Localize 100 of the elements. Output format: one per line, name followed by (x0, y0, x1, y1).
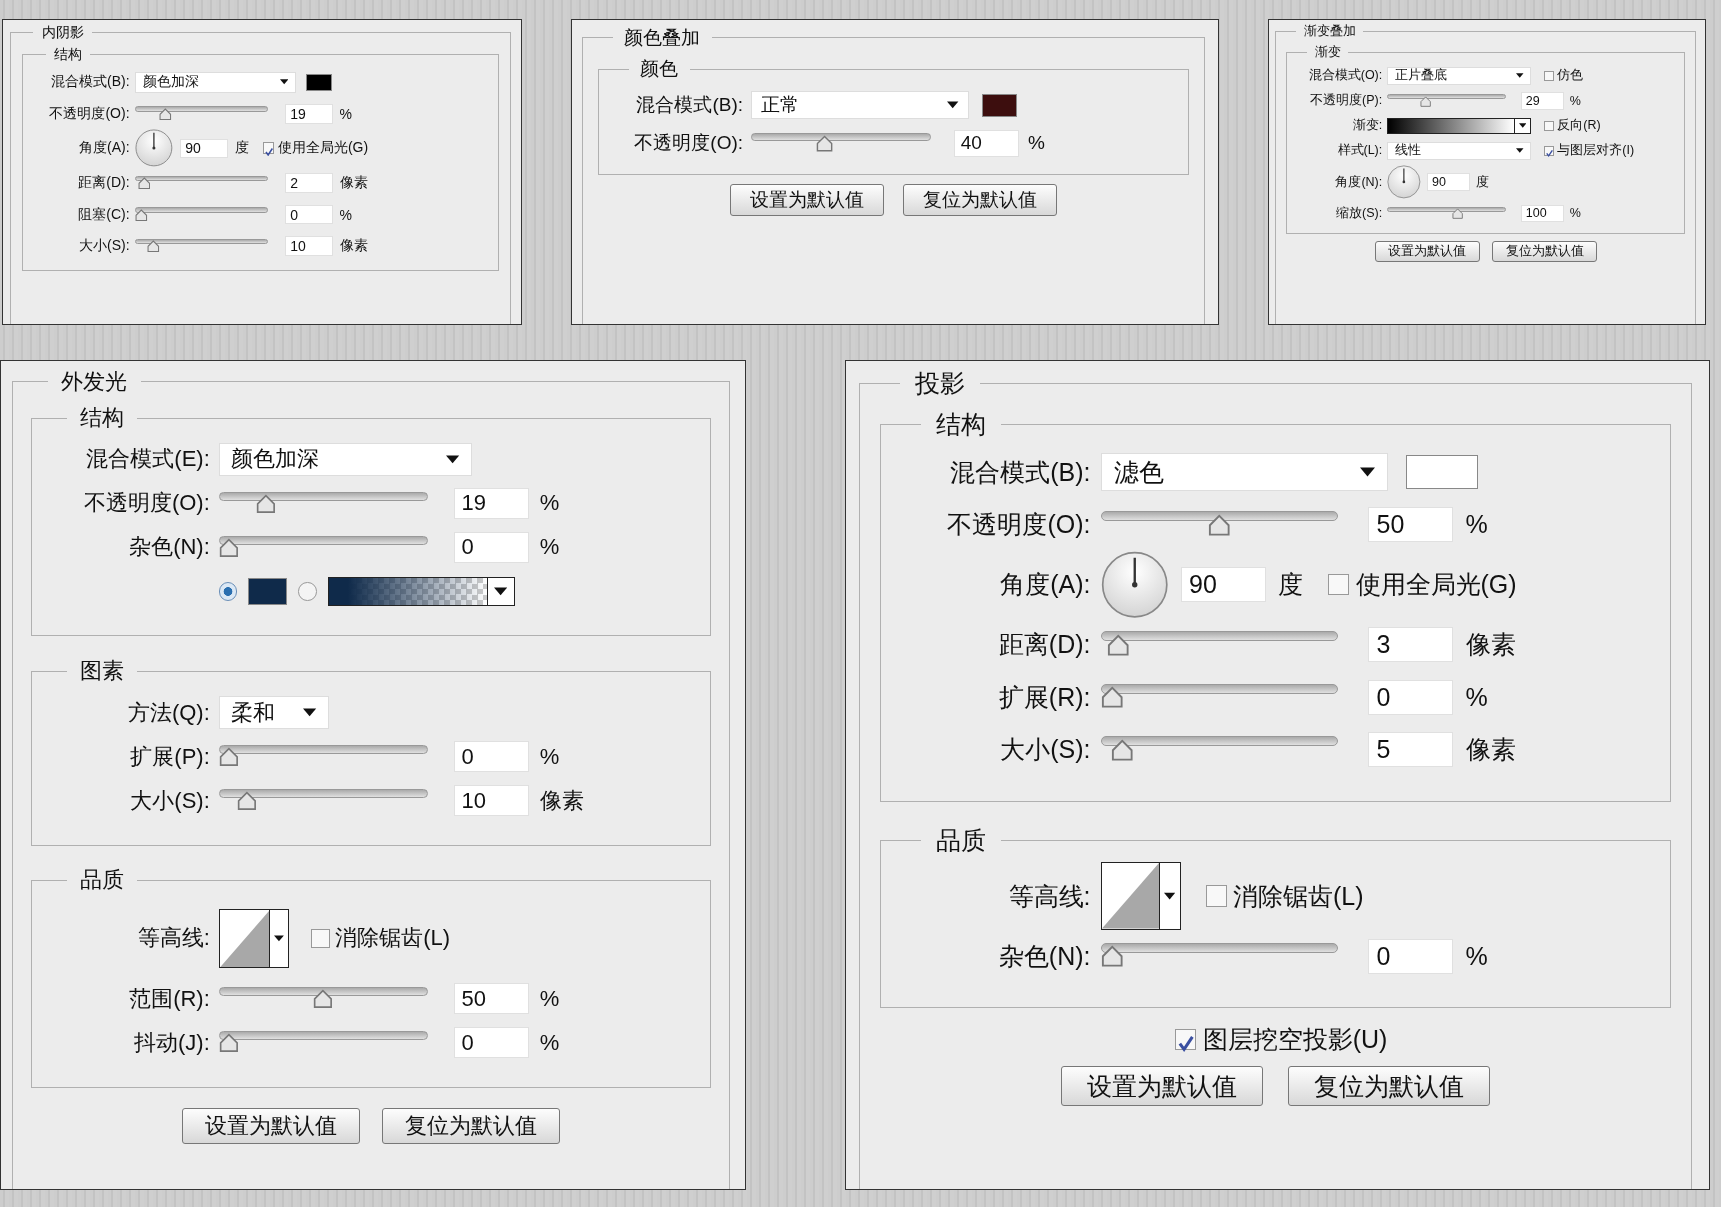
dialog-button[interactable]: 复位为默认值 (1287, 1066, 1490, 1107)
number-field[interactable]: 19 (284, 103, 333, 124)
number-field[interactable]: 50 (1368, 507, 1453, 542)
slider[interactable] (135, 238, 269, 254)
slider[interactable] (1100, 942, 1338, 970)
checkbox[interactable] (1543, 145, 1555, 157)
slider[interactable] (218, 987, 428, 1011)
number-field[interactable]: 0 (453, 1027, 529, 1059)
slider-thumb[interactable] (218, 538, 239, 558)
slider[interactable] (1100, 631, 1338, 658)
slider-thumb[interactable] (159, 107, 172, 121)
slider[interactable] (1387, 94, 1506, 108)
number-field[interactable]: 0 (1368, 938, 1453, 974)
dialog-button[interactable]: 设置为默认值 (1374, 240, 1480, 263)
checkbox-label: 消除锯齿(L) (335, 924, 451, 953)
number-field[interactable]: 2 (284, 173, 333, 193)
number-field[interactable]: 29 (1521, 92, 1564, 110)
slider[interactable] (218, 535, 428, 559)
number-field[interactable]: 3 (1368, 627, 1453, 662)
field-label: 角度(A): (78, 139, 130, 158)
dropdown[interactable]: 线性 (1387, 141, 1531, 161)
slider[interactable] (1100, 736, 1338, 763)
number-field[interactable]: 0 (453, 532, 529, 563)
dialog-button[interactable]: 复位为默认值 (1492, 240, 1597, 263)
slider[interactable] (750, 133, 932, 154)
dropdown[interactable]: 颜色加深 (218, 442, 472, 476)
slider-thumb[interactable] (816, 135, 834, 153)
dropdown[interactable]: 柔和 (218, 696, 329, 730)
slider-thumb[interactable] (1100, 945, 1123, 968)
radio-button[interactable] (218, 582, 238, 601)
slider-thumb[interactable] (1451, 208, 1463, 220)
contour-picker[interactable] (1100, 862, 1181, 930)
slider-thumb[interactable] (1106, 633, 1130, 657)
color-swatch[interactable] (248, 578, 288, 605)
slider[interactable] (1100, 511, 1338, 538)
dialog-button[interactable]: 设置为默认值 (729, 184, 884, 216)
contour-picker[interactable] (218, 908, 289, 969)
unit-label: % (539, 490, 561, 517)
slider-thumb[interactable] (1419, 95, 1431, 107)
slider-thumb[interactable] (237, 791, 258, 812)
dialog-button[interactable]: 设置为默认值 (181, 1107, 360, 1144)
checkbox[interactable] (1175, 1029, 1197, 1051)
slider[interactable] (218, 789, 428, 813)
slider-thumb[interactable] (147, 240, 160, 253)
number-field[interactable]: 19 (453, 488, 529, 519)
angle-dial[interactable] (1100, 550, 1168, 619)
checkbox[interactable] (1205, 885, 1227, 907)
slider[interactable] (218, 1031, 428, 1055)
slider-thumb[interactable] (1208, 513, 1231, 537)
checkbox[interactable] (262, 142, 275, 155)
slider-thumb[interactable] (1100, 686, 1123, 709)
slider-thumb[interactable] (218, 747, 239, 768)
number-field[interactable]: 10 (453, 785, 529, 817)
slider-thumb[interactable] (313, 989, 333, 1010)
color-swatch[interactable] (982, 93, 1017, 117)
radio-button[interactable] (298, 582, 317, 601)
slider[interactable] (135, 106, 269, 122)
number-field[interactable]: 100 (1521, 204, 1564, 223)
slider-thumb[interactable] (1111, 738, 1134, 762)
unit-label: 度 (234, 139, 249, 158)
dropdown[interactable]: 滤色 (1100, 453, 1388, 491)
gradient-picker[interactable] (327, 577, 515, 606)
slider[interactable] (1387, 206, 1506, 220)
gradient-picker[interactable] (1387, 117, 1531, 134)
number-field[interactable]: 0 (284, 204, 333, 225)
slider-thumb[interactable] (137, 177, 151, 190)
number-field[interactable]: 90 (179, 138, 228, 159)
number-field[interactable]: 0 (1368, 679, 1453, 715)
slider-thumb[interactable] (135, 208, 148, 222)
checkbox[interactable] (1543, 70, 1555, 82)
number-field[interactable]: 10 (284, 236, 333, 256)
dropdown[interactable]: 正片叠底 (1387, 66, 1531, 86)
angle-dial[interactable] (135, 129, 173, 168)
slider-thumb[interactable] (256, 494, 277, 514)
slider-thumb[interactable] (218, 1033, 239, 1054)
slider[interactable] (1100, 683, 1338, 711)
checkbox-label: 仿色 (1557, 67, 1584, 85)
caret-icon (494, 587, 508, 596)
number-field[interactable]: 40 (953, 129, 1019, 157)
color-swatch[interactable] (305, 73, 332, 91)
slider[interactable] (218, 491, 428, 515)
dialog-button[interactable]: 设置为默认值 (1060, 1066, 1263, 1107)
number-field[interactable]: 0 (453, 741, 529, 773)
angle-dial[interactable] (1387, 165, 1421, 199)
number-field[interactable]: 5 (1368, 732, 1453, 767)
checkbox[interactable] (1543, 120, 1555, 132)
dropdown[interactable]: 正常 (750, 91, 970, 120)
slider[interactable] (135, 207, 269, 222)
number-field[interactable]: 50 (453, 983, 529, 1015)
checkbox[interactable] (310, 929, 330, 948)
dropdown[interactable]: 颜色加深 (135, 71, 297, 93)
dialog-button[interactable]: 复位为默认值 (381, 1107, 560, 1144)
slider[interactable] (135, 175, 269, 191)
dialog-button[interactable]: 复位为默认值 (902, 184, 1057, 216)
checkbox[interactable] (1328, 573, 1350, 596)
slider[interactable] (218, 745, 428, 769)
number-field[interactable]: 90 (1427, 173, 1470, 191)
checkbox-label: 消除锯齿(L) (1233, 880, 1364, 912)
color-swatch[interactable] (1405, 454, 1478, 490)
number-field[interactable]: 90 (1180, 567, 1266, 602)
